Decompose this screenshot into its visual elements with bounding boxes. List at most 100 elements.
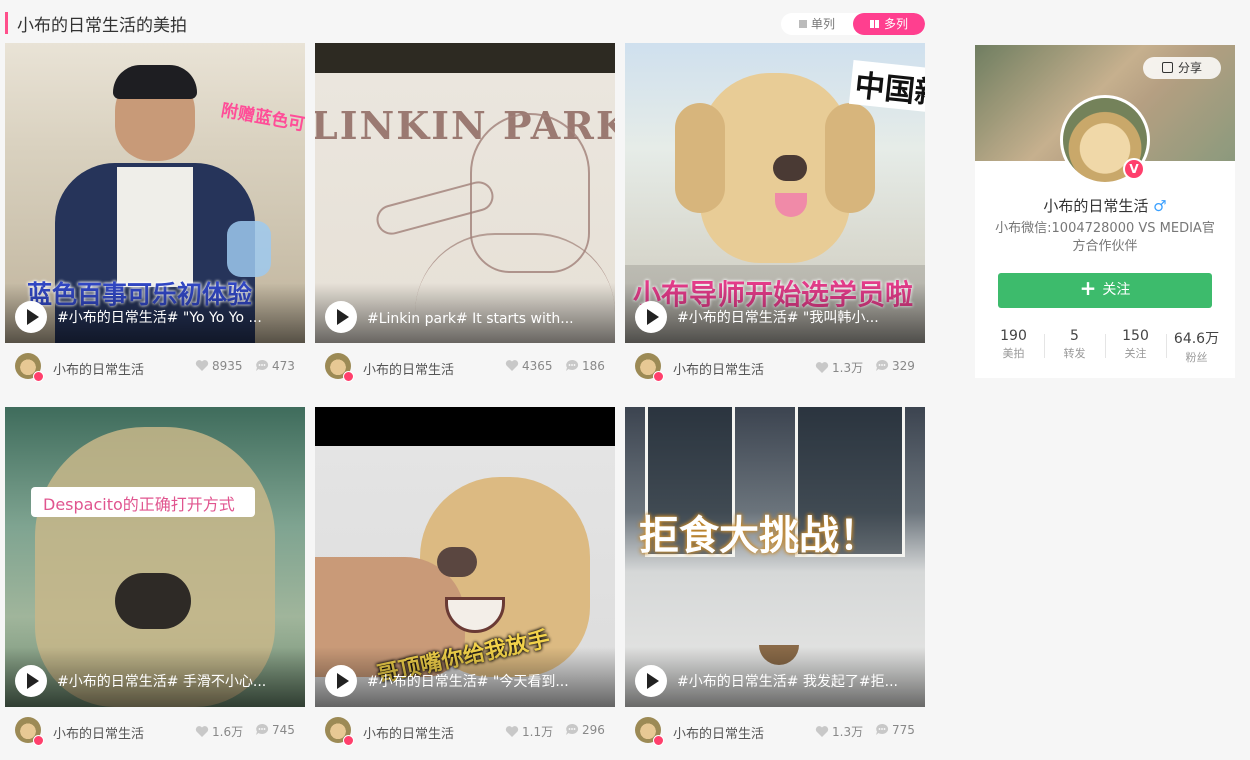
author-name[interactable]: 小布的日常生活	[363, 359, 454, 378]
profile-avatar[interactable]: V	[1060, 95, 1150, 185]
profile-stats: 190 美拍 5 转发 150 关注 64.6万 粉丝	[983, 328, 1227, 365]
dog-ear-left	[675, 103, 725, 213]
video-meta: 小布的日常生活 8935 473	[5, 351, 305, 383]
video-card[interactable]: Despacito的正确打开方式 #小布的日常生活# 手滑不小心... 小布的日…	[5, 407, 305, 753]
page-header: 小布的日常生活的美拍 单列 多列	[5, 10, 925, 36]
video-card[interactable]: 中国新 小布导师开始选学员啦 #小布的日常生活# "我叫韩小... 小布的日常生…	[625, 43, 925, 389]
video-caption[interactable]: #小布的日常生活# 我发起了#拒...	[677, 671, 917, 691]
author-avatar[interactable]	[635, 353, 664, 382]
share-icon	[1161, 62, 1173, 73]
author-name[interactable]: 小布的日常生活	[673, 359, 764, 378]
multi-column-button[interactable]: 多列	[853, 13, 925, 35]
video-thumbnail[interactable]: Despacito的正确打开方式 #小布的日常生活# 手滑不小心...	[5, 407, 305, 707]
video-caption[interactable]: #小布的日常生活# 手滑不小心...	[57, 671, 297, 691]
comment-count[interactable]: 329	[875, 359, 915, 373]
verified-icon	[653, 735, 664, 746]
video-thumbnail[interactable]: 中国新 小布导师开始选学员啦 #小布的日常生活# "我叫韩小...	[625, 43, 925, 343]
heart-icon	[505, 725, 519, 737]
comment-count[interactable]: 186	[565, 359, 605, 373]
male-gender-icon: ♂	[1153, 197, 1167, 215]
multi-column-icon	[869, 13, 880, 35]
dog-nose	[115, 573, 191, 629]
video-caption[interactable]: #小布的日常生活# "Yo Yo Yo ...	[57, 307, 297, 327]
like-count[interactable]: 1.3万	[815, 723, 863, 740]
like-count[interactable]: 1.1万	[505, 723, 553, 740]
overlay-main-text: 拒食大挑战！	[639, 513, 879, 559]
video-caption[interactable]: #小布的日常生活# "我叫韩小...	[677, 307, 917, 327]
view-toggle: 单列 多列	[781, 13, 925, 35]
verified-icon	[33, 735, 44, 746]
heart-icon	[195, 725, 209, 737]
author-name[interactable]: 小布的日常生活	[673, 723, 764, 742]
follow-button[interactable]: + 关注	[998, 273, 1212, 308]
author-avatar[interactable]	[325, 717, 354, 746]
author-name[interactable]: 小布的日常生活	[53, 359, 144, 378]
video-thumbnail[interactable]: 哥顶嘴你给我放手 #小布的日常生活# "今天看到...	[315, 407, 615, 707]
video-thumbnail[interactable]: 附赠蓝色可 蓝色百事可乐初体验 #小布的日常生活# "Yo Yo Yo ...	[5, 43, 305, 343]
like-count[interactable]: 4365	[505, 359, 553, 373]
like-count[interactable]: 8935	[195, 359, 243, 373]
person-shirt	[117, 167, 193, 287]
author-name[interactable]: 小布的日常生活	[363, 723, 454, 742]
video-thumbnail[interactable]: LINKIN PARK #Linkin park# It starts with…	[315, 43, 615, 343]
single-column-button[interactable]: 单列	[781, 13, 853, 35]
overlay-side-text: 附赠蓝色可	[219, 100, 305, 136]
play-icon[interactable]	[15, 665, 47, 697]
heart-icon	[505, 359, 519, 371]
single-column-icon	[798, 19, 807, 28]
comment-count[interactable]: 473	[255, 359, 295, 373]
verified-icon: V	[1123, 158, 1145, 180]
video-caption[interactable]: #小布的日常生活# "今天看到...	[367, 671, 607, 691]
play-icon[interactable]	[325, 301, 357, 333]
video-meta: 小布的日常生活 1.1万 296	[315, 715, 615, 747]
author-avatar[interactable]	[325, 353, 354, 382]
play-icon[interactable]	[635, 665, 667, 697]
video-meta: 小布的日常生活 1.6万 745	[5, 715, 305, 747]
play-icon[interactable]	[325, 665, 357, 697]
author-avatar[interactable]	[15, 717, 44, 746]
share-button[interactable]: 分享	[1143, 57, 1221, 79]
like-count[interactable]: 1.3万	[815, 359, 863, 376]
profile-card: 分享 V 小布的日常生活 ♂ 小布微信:1004728000 VS MEDIA官…	[975, 45, 1235, 378]
comment-count[interactable]: 296	[565, 723, 605, 737]
comment-icon	[566, 723, 579, 735]
author-avatar[interactable]	[635, 717, 664, 746]
heart-icon	[815, 361, 829, 373]
dog-nose	[773, 155, 807, 181]
stat-followers[interactable]: 64.6万 粉丝	[1166, 328, 1227, 365]
comment-icon	[566, 359, 579, 371]
person-hair	[113, 65, 197, 99]
verified-icon	[33, 371, 44, 382]
video-meta: 小布的日常生活 1.3万 775	[625, 715, 925, 747]
plus-icon: +	[1079, 276, 1097, 300]
comment-icon	[876, 359, 889, 371]
video-caption[interactable]: #Linkin park# It starts with...	[367, 311, 607, 327]
profile-name[interactable]: 小布的日常生活 ♂	[975, 195, 1235, 216]
comment-count[interactable]: 775	[875, 723, 915, 737]
comment-icon	[876, 723, 889, 735]
comment-icon	[256, 359, 269, 371]
like-count[interactable]: 1.6万	[195, 723, 243, 740]
verified-icon	[653, 371, 664, 382]
video-card[interactable]: 附赠蓝色可 蓝色百事可乐初体验 #小布的日常生活# "Yo Yo Yo ... …	[5, 43, 305, 389]
video-thumbnail[interactable]: 拒食大挑战！ #小布的日常生活# 我发起了#拒...	[625, 407, 925, 707]
stat-following[interactable]: 150 关注	[1105, 328, 1166, 361]
dog-ear-right	[825, 103, 875, 213]
play-icon[interactable]	[15, 301, 47, 333]
profile-description: 小布微信:1004728000 VS MEDIA官方合作伙伴	[995, 221, 1215, 254]
comment-icon	[256, 723, 269, 735]
verified-icon	[343, 735, 354, 746]
bottle-image	[227, 221, 271, 277]
dog-nose	[437, 547, 477, 577]
video-card[interactable]: 哥顶嘴你给我放手 #小布的日常生活# "今天看到... 小布的日常生活 1.1万…	[315, 407, 615, 753]
play-icon[interactable]	[635, 301, 667, 333]
stat-videos[interactable]: 190 美拍	[983, 328, 1044, 361]
heart-icon	[195, 359, 209, 371]
stat-reposts[interactable]: 5 转发	[1044, 328, 1105, 361]
comment-count[interactable]: 745	[255, 723, 295, 737]
author-name[interactable]: 小布的日常生活	[53, 723, 144, 742]
video-card[interactable]: 拒食大挑战！ #小布的日常生活# 我发起了#拒... 小布的日常生活 1.3万 …	[625, 407, 925, 753]
author-avatar[interactable]	[15, 353, 44, 382]
overlay-main-text: Despacito的正确打开方式	[43, 495, 235, 514]
video-card[interactable]: LINKIN PARK #Linkin park# It starts with…	[315, 43, 615, 389]
